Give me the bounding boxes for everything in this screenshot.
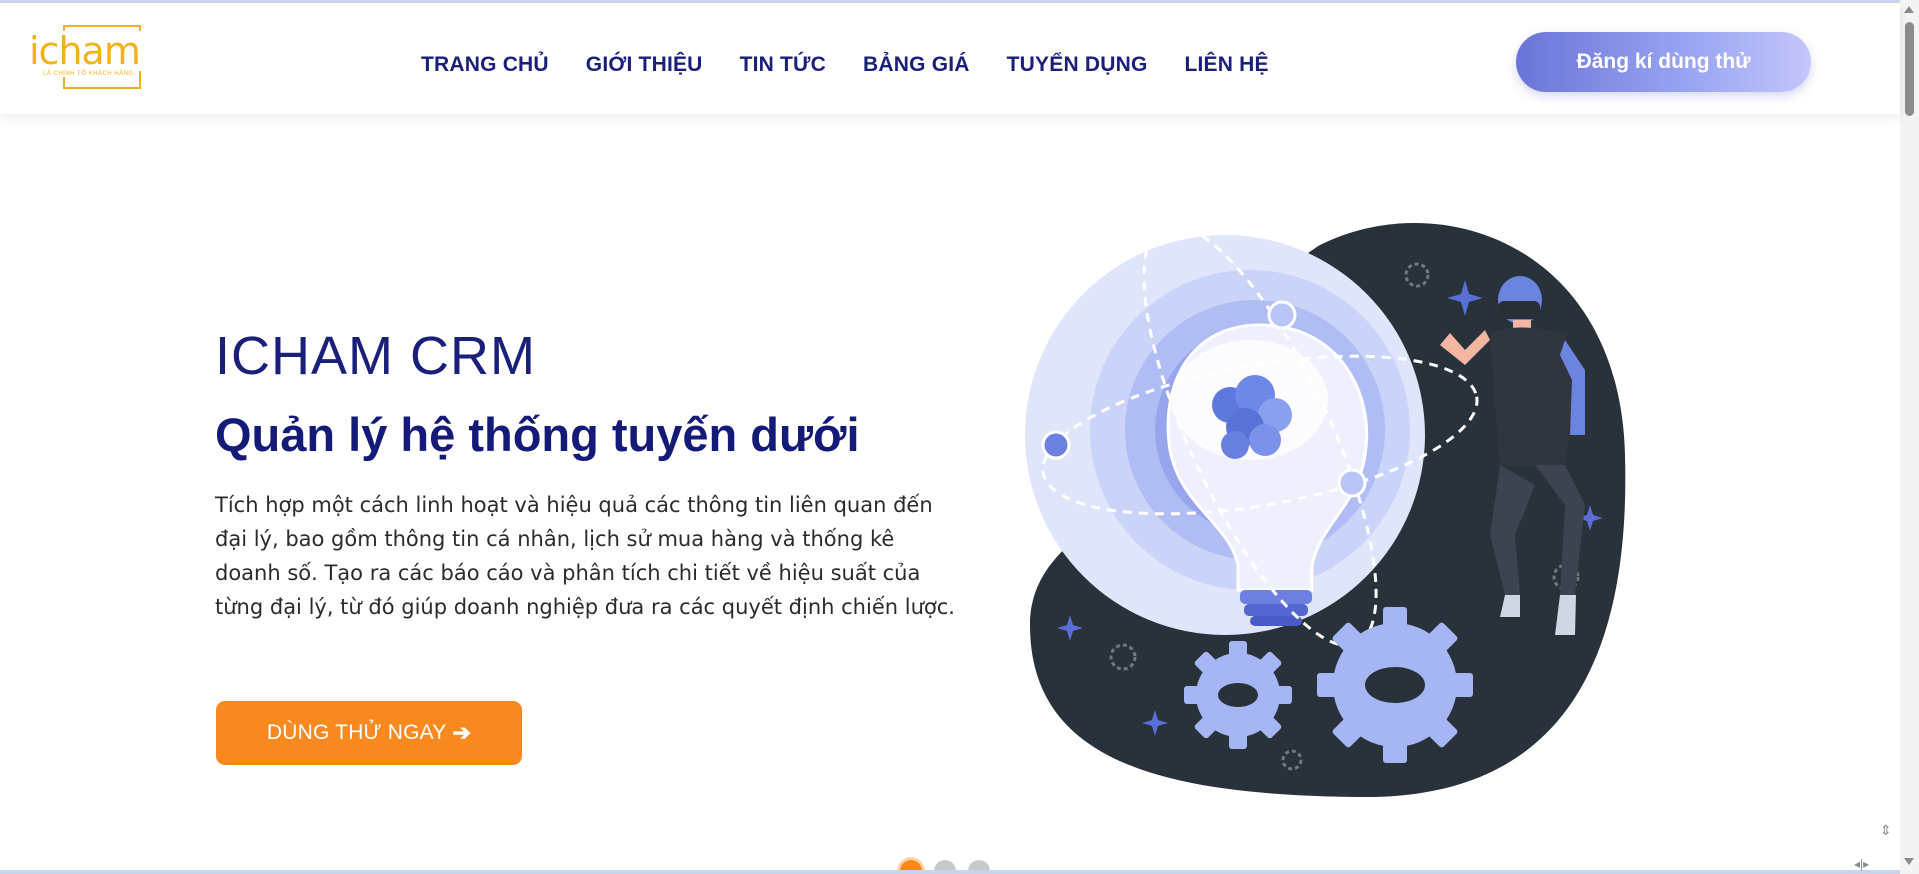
scroll-up-icon[interactable] [1904,6,1914,13]
gear-icon-large [1317,607,1473,763]
logo[interactable]: icham LÀ CHÍNH TỐ KHÁCH HÀNG [29,25,142,89]
nav-item-news[interactable]: TIN TỨC [740,53,826,77]
page-bottom-border [0,870,1900,874]
hero-kicker: ICHAM CRM [215,326,536,386]
scrollbar-thumb[interactable] [1905,22,1914,116]
nav-item-pricing[interactable]: BẢNG GIÁ [863,53,970,77]
main-nav: TRANG CHỦ GIỚI THIỆU TIN TỨC BẢNG GIÁ TU… [421,53,1306,77]
nav-item-careers[interactable]: TUYỂN DỤNG [1007,53,1148,77]
horizontal-scroll-arrows-icon[interactable]: ◂|▸ [1854,857,1869,871]
scroll-expand-icon[interactable]: ⇕ [1880,823,1892,837]
hero-illustration [1020,205,1640,805]
vertical-scrollbar[interactable] [1900,0,1919,874]
try-now-label: DÙNG THỬ NGAY [266,721,447,744]
site-header: icham LÀ CHÍNH TỐ KHÁCH HÀNG TRANG CHỦ G… [0,3,1900,114]
scroll-down-icon[interactable] [1904,858,1914,865]
hero-description: Tích hợp một cách linh hoạt và hiệu quả … [215,493,955,619]
nav-item-contact[interactable]: LIÊN HỆ [1185,53,1269,77]
hero-title: Quản lý hệ thống tuyến dưới [215,408,860,461]
register-trial-button[interactable]: Đăng kí dùng thử [1516,32,1811,92]
logo-tagline: LÀ CHÍNH TỐ KHÁCH HÀNG [43,71,134,77]
logo-text: icham [29,29,142,73]
try-now-button[interactable]: DÙNG THỬ NGAY ➔ [216,701,522,765]
nav-item-home[interactable]: TRANG CHỦ [421,53,549,77]
nav-item-about[interactable]: GIỚI THIỆU [586,53,703,77]
gear-icon-small [1184,641,1292,749]
arrow-right-icon: ➔ [452,720,472,745]
